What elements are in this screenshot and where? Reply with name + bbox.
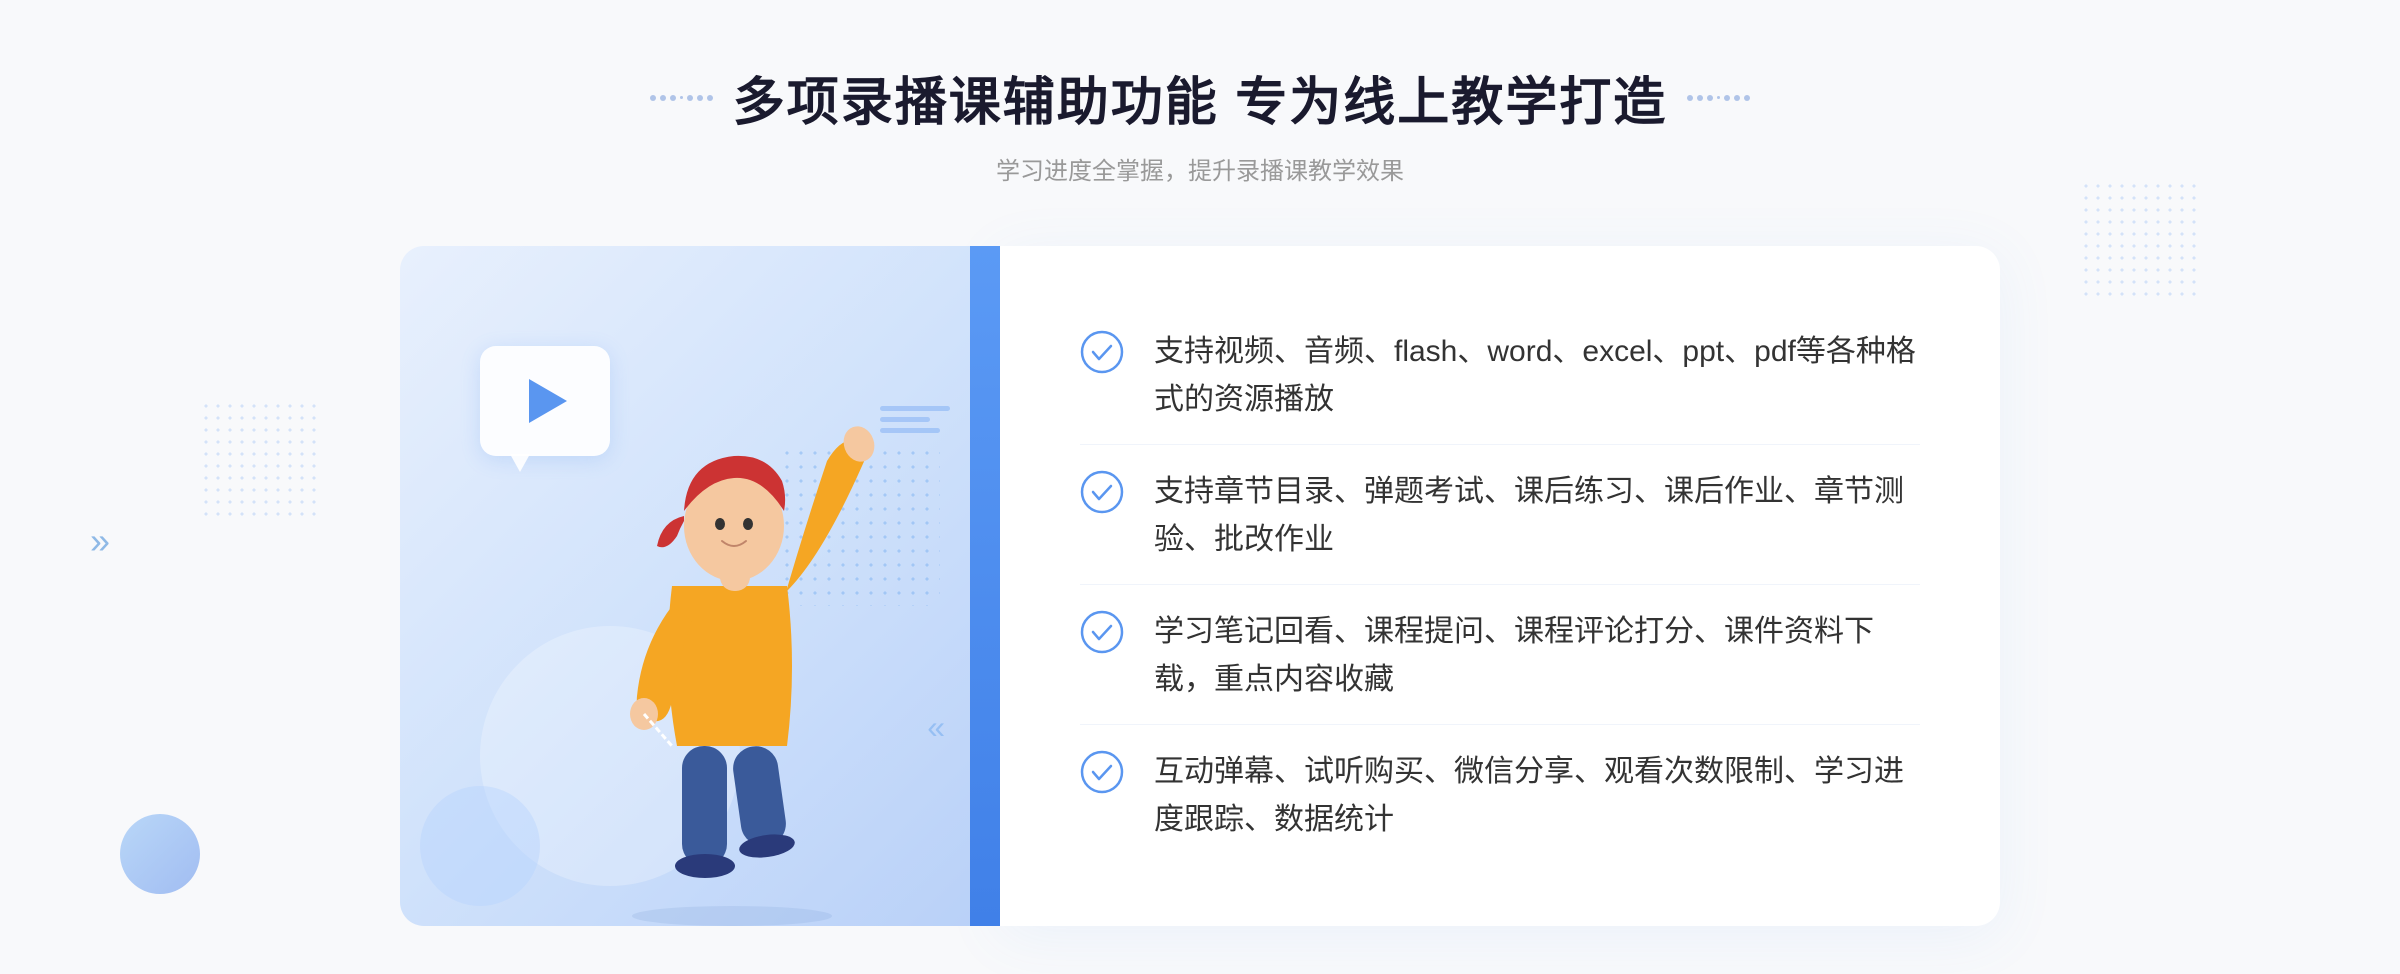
blue-circle-decoration xyxy=(120,814,200,894)
decorator-dots-left xyxy=(650,95,713,101)
illustration-area: « xyxy=(400,246,1000,926)
check-icon-3 xyxy=(1080,610,1124,654)
decorator-dots-right xyxy=(1687,95,1750,101)
check-icon-2 xyxy=(1080,470,1124,514)
feature-text-4: 互动弹幕、试听购买、微信分享、观看次数限制、学习进度跟踪、数据统计 xyxy=(1154,748,1920,844)
small-circle-decoration xyxy=(420,786,540,906)
feature-text-2: 支持章节目录、弹题考试、课后练习、课后作业、章节测验、批改作业 xyxy=(1154,468,1920,564)
feature-item-4: 互动弹幕、试听购买、微信分享、观看次数限制、学习进度跟踪、数据统计 xyxy=(1080,728,1920,864)
header-section: 多项录播课辅助功能 专为线上教学打造 学习进度全掌握，提升录播课教学效果 xyxy=(650,60,1750,186)
feature-item-3: 学习笔记回看、课程提问、课程评论打分、课件资料下载，重点内容收藏 xyxy=(1080,588,1920,725)
check-icon-4 xyxy=(1080,750,1124,794)
dot-pattern-right xyxy=(2080,180,2200,300)
sub-title: 学习进度全掌握，提升录播课教学效果 xyxy=(650,151,1750,186)
features-panel: 支持视频、音频、flash、word、excel、ppt、pdf等各种格式的资源… xyxy=(1000,246,2000,926)
feature-text-3: 学习笔记回看、课程提问、课程评论打分、课件资料下载，重点内容收藏 xyxy=(1154,608,1920,704)
play-icon xyxy=(529,379,567,423)
blue-sidebar-strip xyxy=(970,246,1000,926)
check-icon-1 xyxy=(1080,330,1124,374)
main-title: 多项录播课辅助功能 专为线上教学打造 xyxy=(733,60,1667,135)
chevron-left-decoration: » xyxy=(90,520,110,562)
page-container: » 多项录播课辅助功能 专为线上教学打造 学习进度全掌握，提升录播课教学效果 xyxy=(0,0,2400,974)
content-area: « xyxy=(400,246,2000,926)
feature-item-1: 支持视频、音频、flash、word、excel、ppt、pdf等各种格式的资源… xyxy=(1080,308,1920,445)
feature-text-1: 支持视频、音频、flash、word、excel、ppt、pdf等各种格式的资源… xyxy=(1154,328,1920,424)
chevron-pair-decoration: « xyxy=(927,709,945,746)
human-figure-illustration xyxy=(572,406,892,926)
dot-pattern-left xyxy=(200,400,320,520)
header-decorators: 多项录播课辅助功能 专为线上教学打造 xyxy=(650,60,1750,135)
feature-item-2: 支持章节目录、弹题考试、课后练习、课后作业、章节测验、批改作业 xyxy=(1080,448,1920,585)
